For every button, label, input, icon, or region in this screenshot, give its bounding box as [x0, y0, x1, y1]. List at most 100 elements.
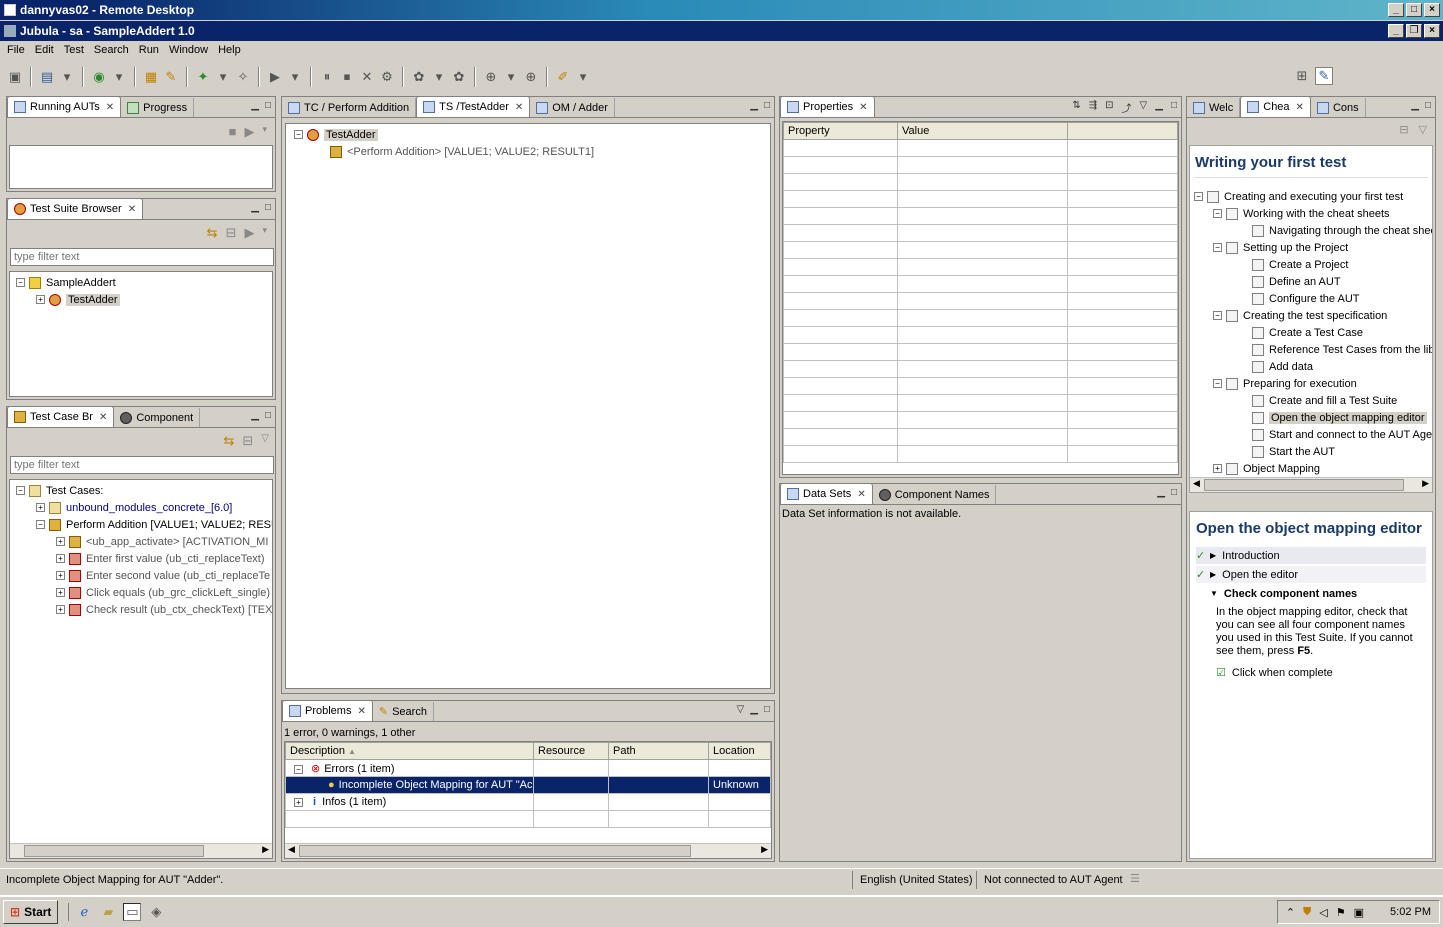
minimize-icon[interactable]: ▁	[1411, 100, 1419, 111]
dropdown-icon[interactable]: ▾	[430, 68, 448, 86]
close-icon[interactable]: ✕	[515, 102, 523, 113]
pencil-icon[interactable]: ✐	[554, 68, 572, 86]
rd-close-button[interactable]: ×	[1424, 3, 1440, 17]
property-row[interactable]	[783, 207, 1178, 225]
cheatsheet-item[interactable]: − Working with the cheat sheets	[1194, 205, 1432, 222]
tab-problems[interactable]: Problems ✕	[282, 700, 373, 721]
view-menu-icon[interactable]: ▽	[1419, 123, 1427, 136]
network-icon[interactable]: ▣	[1354, 906, 1364, 919]
minimize-icon[interactable]: ▁	[1155, 100, 1163, 115]
menu-file[interactable]: File	[2, 44, 30, 56]
cheatsheet-item[interactable]: Configure the AUT	[1194, 290, 1432, 307]
view-menu-icon[interactable]: ▽	[261, 433, 269, 449]
column-resource[interactable]: Resource	[533, 742, 609, 760]
maximize-icon[interactable]: □	[764, 704, 770, 715]
tab-component[interactable]: Component	[114, 408, 201, 427]
cheatsheet-item[interactable]: − Preparing for execution	[1194, 375, 1432, 392]
running-auts-list[interactable]	[9, 145, 273, 189]
maximize-icon[interactable]: □	[1171, 487, 1177, 498]
property-row[interactable]	[783, 224, 1178, 242]
property-row[interactable]	[783, 258, 1178, 276]
close-icon[interactable]: ✕	[857, 489, 865, 500]
property-row[interactable]	[783, 411, 1178, 429]
collapse-all-icon[interactable]: ⊟	[242, 433, 253, 449]
cheatsheet-item[interactable]: − Creating the test specification	[1194, 307, 1432, 324]
menu-search[interactable]: Search	[89, 44, 134, 56]
infos-group-row[interactable]: + i Infos (1 item)	[285, 793, 771, 811]
step-icon[interactable]: ✕	[358, 68, 376, 86]
close-icon[interactable]: ✕	[128, 204, 136, 215]
property-row[interactable]	[783, 326, 1178, 344]
show-categories-icon[interactable]: ⇅	[1072, 100, 1080, 115]
connect-icon[interactable]: ✦	[194, 68, 212, 86]
app-restore-button[interactable]: ❐	[1406, 24, 1422, 38]
tree-item-test-suite[interactable]: + TestAdder	[16, 291, 120, 308]
tab-om-adder[interactable]: OM / Adder	[530, 98, 615, 117]
folder-icon[interactable]: ▰	[99, 903, 117, 921]
expand-icon[interactable]: +	[56, 605, 65, 614]
collapse-all-icon[interactable]: ⊟	[226, 225, 237, 241]
run-icon[interactable]: ▶	[244, 124, 254, 140]
menu-edit[interactable]: Edit	[30, 44, 59, 56]
tab-running-auts[interactable]: Running AUTs ✕	[7, 96, 122, 117]
table-icon[interactable]: ▦	[142, 68, 160, 86]
tab-test-case-browser[interactable]: Test Case Br ✕	[7, 406, 115, 427]
tree-item-step[interactable]: + Enter second value (ub_cti_replaceTe	[16, 567, 272, 584]
globe-icon[interactable]: ◉	[90, 68, 108, 86]
tree-item-test-cases[interactable]: − Test Cases:	[16, 482, 272, 499]
collapse-icon[interactable]: −	[1213, 243, 1222, 252]
disconnect-icon[interactable]: ✧	[234, 68, 252, 86]
collapse-icon[interactable]: ⊟	[1399, 123, 1408, 136]
expand-icon[interactable]: +	[56, 537, 65, 546]
menu-help[interactable]: Help	[213, 44, 246, 56]
tab-cheat-sheets[interactable]: Chea ✕	[1240, 96, 1311, 117]
property-row[interactable]	[783, 190, 1178, 208]
minimize-icon[interactable]: ▁	[750, 100, 758, 111]
close-icon[interactable]: ✕	[1296, 102, 1304, 113]
column-value[interactable]: Value	[897, 122, 1068, 140]
tab-tc-perform-addition[interactable]: TC / Perform Addition	[282, 98, 417, 117]
chevron-up-icon[interactable]: ⌃	[1286, 906, 1295, 919]
filter-icon[interactable]: ⊡	[1105, 100, 1113, 115]
tab-test-suite-browser[interactable]: Test Suite Browser ✕	[7, 198, 144, 219]
expand-icon[interactable]: +	[56, 588, 65, 597]
tree-item-step[interactable]: + <ub_app_activate> [ACTIVATION_MI	[16, 533, 272, 550]
expand-icon[interactable]: +	[56, 571, 65, 580]
collapse-icon[interactable]: −	[1194, 192, 1203, 201]
cheatsheet-item[interactable]: Navigating through the cheat shee	[1194, 222, 1432, 239]
stop-icon[interactable]: ⏹	[338, 68, 356, 86]
step-check-component-names[interactable]: ▼ Check component names	[1196, 585, 1426, 602]
minimize-icon[interactable]: ▁	[251, 202, 259, 213]
dropdown-icon[interactable]: ▾	[214, 68, 232, 86]
shield-icon[interactable]: ⛊	[1303, 906, 1311, 919]
record-icon[interactable]: ⚙	[378, 68, 396, 86]
column-location[interactable]: Location	[708, 742, 771, 760]
horizontal-scrollbar[interactable]: ◀ ▶	[1190, 477, 1432, 492]
expand-icon[interactable]: +	[294, 798, 303, 807]
maximize-icon[interactable]: □	[1171, 100, 1177, 115]
link-editor-icon[interactable]: ⇆	[207, 225, 218, 241]
collapse-icon[interactable]: −	[1213, 311, 1222, 320]
run-icon[interactable]: ▶	[266, 68, 284, 86]
collapse-icon[interactable]: −	[1213, 209, 1222, 218]
collapse-icon[interactable]: −	[294, 764, 303, 774]
minimize-icon[interactable]: ▁	[750, 704, 758, 715]
save-icon[interactable]: ▣	[6, 68, 24, 86]
close-icon[interactable]: ✕	[357, 706, 365, 717]
tree-item-project[interactable]: − SampleAddert	[16, 274, 120, 291]
tab-search[interactable]: ✎ Search	[373, 702, 434, 721]
property-row[interactable]	[783, 445, 1178, 463]
close-icon[interactable]: ✕	[99, 412, 107, 423]
app-taskbar-icon[interactable]: ◈	[147, 903, 165, 921]
collapse-icon[interactable]: −	[294, 130, 303, 139]
scroll-right-icon[interactable]: ▶	[1422, 478, 1429, 489]
scrollbar-thumb[interactable]	[299, 845, 691, 857]
error-item-row[interactable]: ● Incomplete Object Mapping for AUT "Ac Un…	[285, 776, 771, 794]
tab-component-names[interactable]: Component Names	[873, 485, 997, 504]
view-menu-icon[interactable]: ▽	[737, 704, 745, 715]
tab-properties[interactable]: Properties ✕	[780, 96, 875, 117]
tree-item-step[interactable]: + Check result (ub_ctx_checkText) [TEX	[16, 601, 272, 618]
step-open-editor[interactable]: ✓ ▶ Open the editor	[1196, 566, 1426, 583]
collapse-icon[interactable]: −	[1213, 379, 1222, 388]
step-introduction[interactable]: ✓ ▶ Introduction	[1196, 547, 1426, 564]
